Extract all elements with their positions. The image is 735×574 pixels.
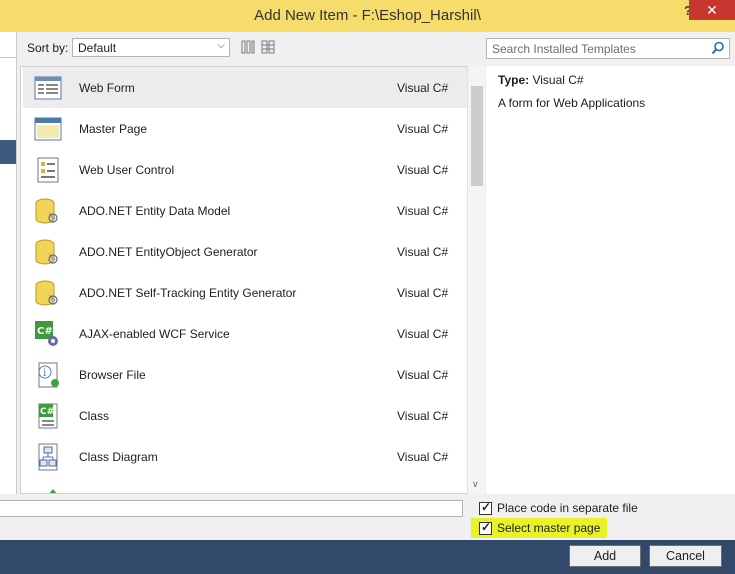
list-item[interactable]: C# AJAX-enabled WCF Service Visual C# bbox=[23, 313, 467, 354]
item-name: ADO.NET EntityObject Generator bbox=[79, 245, 258, 259]
item-name: ADO.NET Entity Data Model bbox=[79, 204, 231, 218]
scroll-down-icon[interactable]: ∨ bbox=[472, 479, 479, 490]
master-page-label: Select master page bbox=[497, 521, 601, 535]
search-placeholder: Search Installed Templates bbox=[492, 42, 636, 56]
search-templates-input[interactable]: Search Installed Templates bbox=[486, 38, 730, 59]
sort-dropdown[interactable]: Default ⌵ bbox=[72, 38, 230, 57]
medium-icons-view-icon[interactable] bbox=[241, 40, 255, 54]
svg-text:C#: C# bbox=[37, 326, 53, 337]
item-language: Visual C# bbox=[397, 286, 449, 300]
close-button[interactable]: ✕ bbox=[689, 0, 735, 20]
item-language: Visual C# bbox=[397, 327, 449, 341]
svg-text:i: i bbox=[43, 368, 46, 379]
title-bar: Add New Item - F:\Eshop_Harshil\ ? ✕ bbox=[0, 0, 735, 32]
database-icon bbox=[35, 239, 58, 265]
list-item[interactable]: Master Page Visual C# bbox=[23, 108, 467, 149]
template-description: A form for Web Applications bbox=[498, 96, 646, 110]
item-language: Visual C# bbox=[397, 409, 449, 423]
item-language: Visual C# bbox=[397, 245, 449, 259]
list-item[interactable]: C# Class Visual C# bbox=[23, 395, 467, 436]
window-title: Add New Item - F:\Eshop_Harshil\ bbox=[254, 7, 481, 24]
cancel-button[interactable]: Cancel bbox=[649, 545, 722, 567]
add-button[interactable]: Add bbox=[569, 545, 641, 567]
item-language: Visual C# bbox=[397, 122, 449, 136]
separate-file-label: Place code in separate file bbox=[497, 501, 638, 515]
class-icon: C# bbox=[38, 403, 58, 429]
user-control-icon bbox=[37, 157, 59, 183]
details-pane: Type: Visual C# A form for Web Applicati… bbox=[486, 66, 735, 494]
list-item[interactable]: Class Diagram Visual C# bbox=[23, 436, 467, 477]
item-name: Master Page bbox=[79, 122, 148, 136]
list-scrollbar[interactable]: ∨ bbox=[467, 66, 485, 494]
browser-file-icon: i bbox=[38, 362, 59, 388]
item-name: AJAX-enabled WCF Service bbox=[79, 327, 230, 341]
divider bbox=[0, 57, 16, 58]
list-item[interactable]: Web User Control Visual C# bbox=[23, 149, 467, 190]
chevron-down-icon: ⌵ bbox=[217, 40, 225, 51]
item-language: Visual C# bbox=[397, 81, 449, 95]
item-name: Class Diagram bbox=[79, 450, 158, 464]
type-label: Type: bbox=[498, 73, 530, 87]
list-item[interactable]: ADO.NET Entity Data Model Visual C# bbox=[23, 190, 467, 231]
list-item[interactable]: Web Form Visual C# bbox=[23, 67, 467, 108]
master-page-icon bbox=[34, 117, 62, 141]
item-language: Visual C# bbox=[397, 368, 449, 382]
item-name: Class bbox=[79, 409, 110, 423]
categories-tree[interactable] bbox=[0, 32, 17, 494]
list-item[interactable]: ADO.NET Self-Tracking Entity Generator V… bbox=[23, 272, 467, 313]
name-field[interactable] bbox=[0, 500, 463, 517]
categories-pane bbox=[0, 32, 18, 494]
small-icons-view-icon[interactable] bbox=[261, 40, 275, 54]
selected-category[interactable] bbox=[0, 140, 16, 164]
class-diagram-icon bbox=[38, 443, 58, 471]
web-form-icon bbox=[34, 76, 62, 100]
database-icon bbox=[35, 280, 58, 306]
item-language: Visual C# bbox=[397, 163, 449, 177]
item-name: Web Form bbox=[79, 81, 135, 95]
svg-text:C#: C# bbox=[40, 407, 54, 417]
master-page-checkbox[interactable] bbox=[479, 520, 492, 535]
wcf-service-icon: C# bbox=[35, 321, 58, 346]
item-language: Visual C# bbox=[397, 204, 449, 218]
item-language: Visual C# bbox=[397, 450, 449, 464]
database-icon bbox=[35, 198, 58, 224]
templates-list[interactable]: Web Form Visual C# Master Page Visual C#… bbox=[20, 66, 485, 494]
sort-label: Sort by: bbox=[27, 41, 69, 55]
list-item[interactable]: ADO.NET EntityObject Generator Visual C# bbox=[23, 231, 467, 272]
search-icon[interactable] bbox=[711, 41, 725, 55]
item-name: ADO.NET Self-Tracking Entity Generator bbox=[79, 286, 297, 300]
sort-value: Default bbox=[78, 41, 117, 55]
separate-file-checkbox[interactable] bbox=[479, 500, 492, 515]
item-name: Web User Control bbox=[79, 163, 175, 177]
list-item-partial[interactable] bbox=[23, 477, 467, 493]
type-value: Visual C# bbox=[532, 73, 584, 87]
type-row: Type: Visual C# bbox=[498, 73, 584, 87]
scrollbar-thumb[interactable] bbox=[471, 86, 483, 186]
list-item[interactable]: i Browser File Visual C# bbox=[23, 354, 467, 395]
item-name: Browser File bbox=[79, 368, 146, 382]
partial-item-icon bbox=[49, 489, 57, 493]
